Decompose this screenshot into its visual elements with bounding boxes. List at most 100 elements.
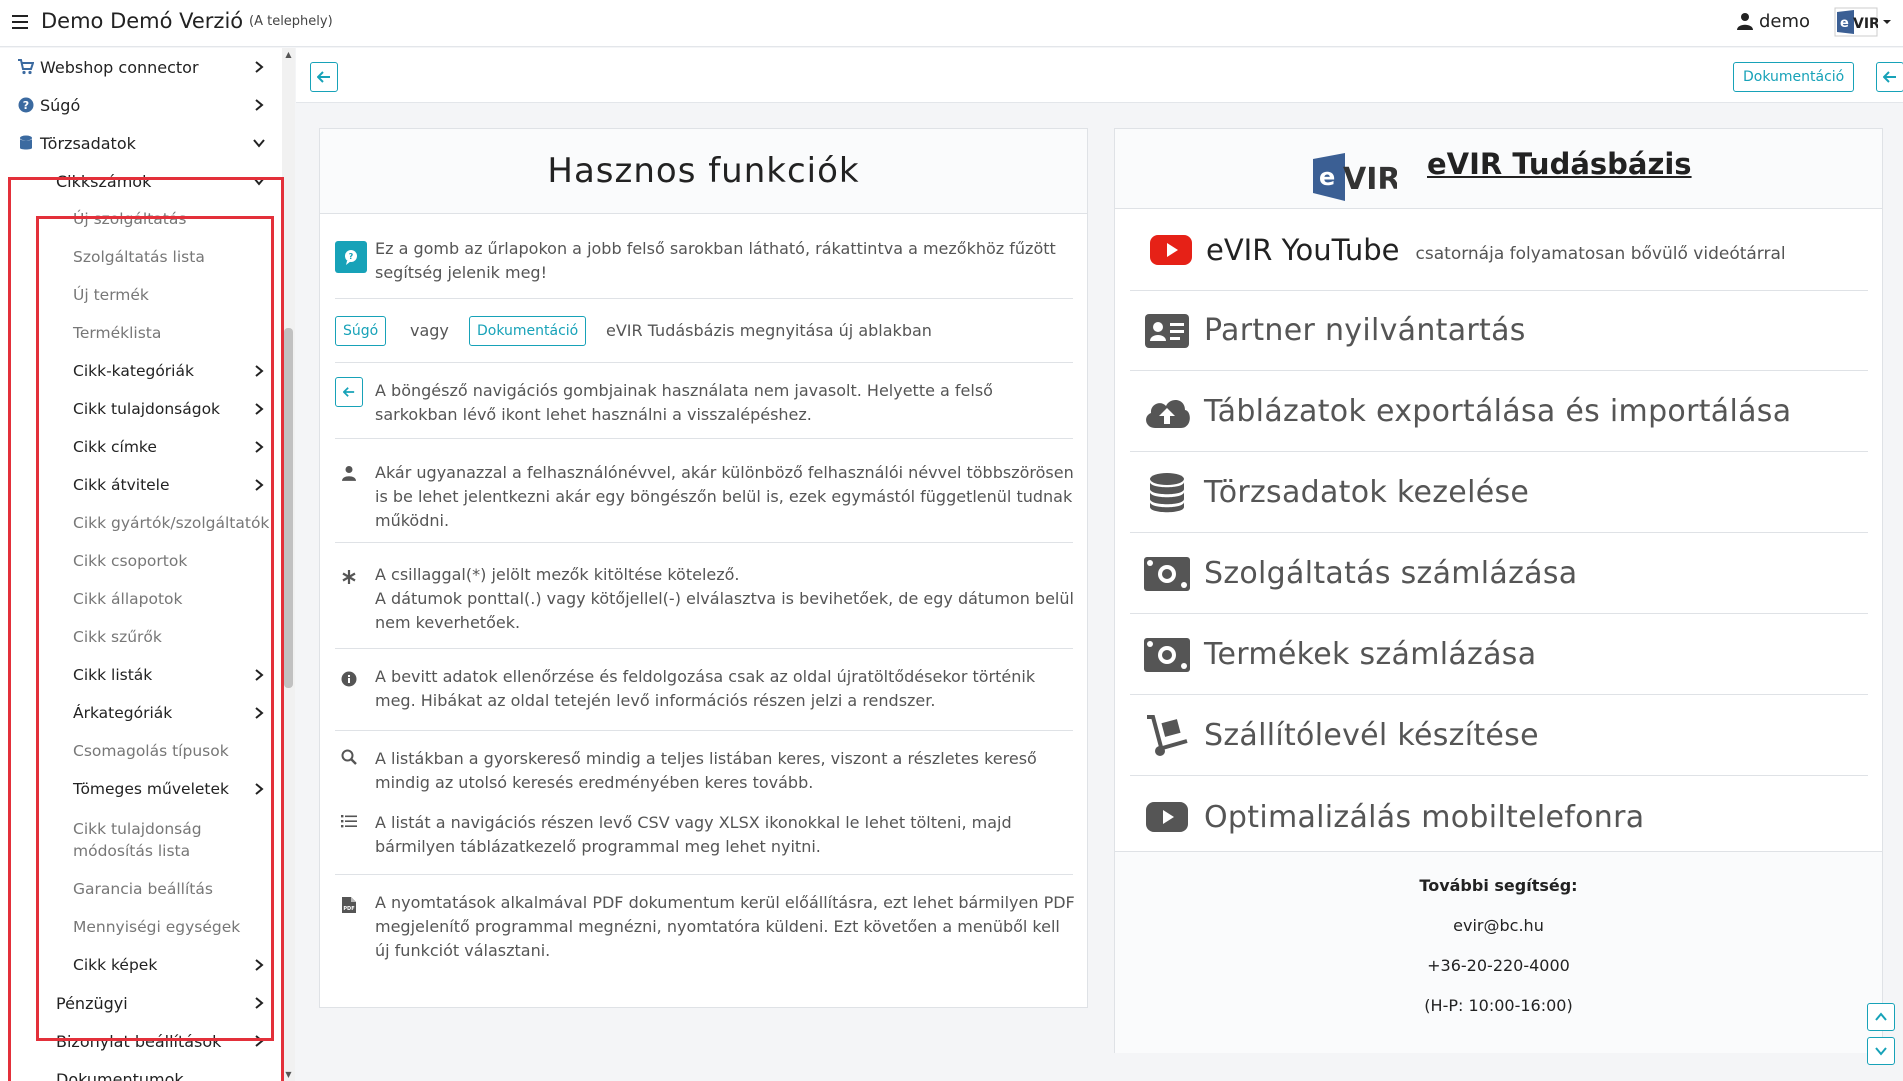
sidebar-subitem[interactable]: Új szolgáltatás <box>73 204 270 234</box>
user-icon <box>339 463 359 483</box>
sidebar-subitem[interactable]: Csomagolás típusok <box>73 736 270 766</box>
sidebar-subitem[interactable]: Cikk képek <box>73 950 270 980</box>
chevron-down-icon <box>253 177 265 186</box>
info-row: A bevitt adatok ellenőrzése és feldolgoz… <box>335 649 1073 731</box>
logo-dropdown[interactable]: e VIR <box>1834 4 1898 40</box>
database-icon <box>1142 471 1192 515</box>
sidebar-subitem[interactable]: Cikk csoportok <box>73 546 270 576</box>
sidebar-item-label: módosítás lista <box>73 842 191 860</box>
sidebar-subitem[interactable]: Új termék <box>73 280 270 310</box>
question-circle-icon: ? <box>18 97 34 113</box>
chevron-right-icon <box>255 959 264 971</box>
sidebar-item-label: Cikk-kategóriák <box>73 362 194 380</box>
scroll-bottom-button[interactable] <box>1867 1037 1895 1065</box>
user-text: Akár ugyanazzal a felhasználónévvel, aká… <box>375 463 1074 530</box>
sidebar-scroll-thumb[interactable] <box>284 328 293 688</box>
kb-youtube-link[interactable]: eVIR YouTube csatornája folyamatosan bőv… <box>1130 209 1868 291</box>
sidebar-subitem[interactable]: Cikk szűrők <box>73 622 270 652</box>
sidebar-item-torzsadatok[interactable]: Törzsadatok <box>18 128 270 158</box>
back-button-right[interactable] <box>1876 62 1903 92</box>
knowledge-base-title-link[interactable]: eVIR Tudásbázis <box>1427 147 1692 181</box>
sidebar-item-label: Szolgáltatás lista <box>73 248 205 266</box>
svg-text:e: e <box>1319 163 1335 191</box>
docs-row: Súgó vagy Dokumentáció eVIR Tudásbázis m… <box>335 299 1073 363</box>
youtube-icon <box>1142 795 1192 839</box>
sidebar-item-sugo[interactable]: ? Súgó <box>18 90 270 120</box>
sidebar-group-cikkszamok[interactable]: Cikkszámok <box>56 166 270 196</box>
chevron-up-icon <box>1875 1012 1887 1021</box>
scroll-top-button[interactable] <box>1867 1003 1895 1031</box>
evir-logo-icon: e VIR <box>1313 153 1397 201</box>
sidebar-item-dokumentumok[interactable]: Dokumentumok <box>56 1064 270 1081</box>
asterisk-icon <box>339 567 359 587</box>
kb-item-export-import[interactable]: Táblázatok exportálása és importálása <box>1130 372 1868 452</box>
sidebar-subitem[interactable]: Árkategóriák <box>73 698 270 728</box>
kb-item-termekek-szamlazas[interactable]: Termékek számlázása <box>1130 615 1868 695</box>
sidebar-subitem[interactable]: Cikk tulajdonságok <box>73 394 270 424</box>
chevron-right-icon <box>255 403 264 415</box>
caret-down-icon <box>1883 20 1891 24</box>
content-toolbar: Dokumentáció <box>296 48 1903 103</box>
sidebar-subitem[interactable]: Cikk listák <box>73 660 270 690</box>
sidebar-item-label: Cikk gyártók/szolgáltatók <box>73 514 270 532</box>
info-text: A bevitt adatok ellenőrzése és feldolgoz… <box>375 667 1036 710</box>
kb-item-label: Táblázatok exportálása és importálása <box>1204 394 1792 429</box>
sidebar-subitem[interactable]: Cikk átvitele <box>73 470 270 500</box>
sidebar-item-label: Terméklista <box>73 324 162 342</box>
sugo-button[interactable]: Súgó <box>335 316 387 346</box>
sidebar-item-label: Cikk tulajdonság <box>73 820 202 838</box>
kb-item-label: Szállítólevél készítése <box>1204 718 1539 753</box>
svg-text:PDF: PDF <box>343 906 354 912</box>
documentation-button[interactable]: Dokumentáció <box>1733 62 1855 92</box>
sidebar-subitem[interactable]: Mennyiségi egységek <box>73 912 270 942</box>
kb-item-torzsadatok[interactable]: Törzsadatok kezelése <box>1130 453 1868 533</box>
sidebar-subitem[interactable]: Cikk állapotok <box>73 584 270 614</box>
sidebar-subitem[interactable]: Cikk tulajdonság módosítás lista <box>73 816 270 864</box>
back-button[interactable] <box>310 62 338 92</box>
svg-text:?: ? <box>23 99 29 112</box>
sidebar-item-penzugyi[interactable]: Pénzügyi <box>56 988 270 1018</box>
svg-text:?: ? <box>349 252 354 261</box>
help-row: ? Ez a gomb az űrlapokon a jobb felső sa… <box>335 229 1073 299</box>
kb-item-szallitolevel[interactable]: Szállítólevél készítése <box>1130 696 1868 776</box>
kb-item-partner[interactable]: Partner nyilvántartás <box>1130 291 1868 371</box>
sidebar-item-label: Cikk állapotok <box>73 590 183 608</box>
sidebar-subitem[interactable]: Terméklista <box>73 318 270 348</box>
sidebar-item-label: Cikk csoportok <box>73 552 188 570</box>
help-email[interactable]: evir@bc.hu <box>1115 916 1882 935</box>
sidebar-subitem[interactable]: Cikk gyártók/szolgáltatók <box>73 508 270 538</box>
sidebar-item-label: Csomagolás típusok <box>73 742 229 760</box>
arrow-left-icon <box>317 71 330 83</box>
user-menu[interactable]: demo <box>1737 8 1810 34</box>
further-help-section: További segítség: evir@bc.hu +36-20-220-… <box>1115 851 1882 1053</box>
search-icon <box>339 747 359 767</box>
kb-item-mobil[interactable]: Optimalizálás mobiltelefonra <box>1130 777 1868 857</box>
kb-open-text: eVIR Tudásbázis megnyitása új ablakban <box>606 321 932 340</box>
sidebar-item-webshop-connector[interactable]: Webshop connector <box>18 52 270 82</box>
top-navbar: Demo Demó Verzió (A telephely) demo e VI… <box>0 0 1903 47</box>
youtube-icon <box>1146 228 1196 272</box>
sidebar-subitem[interactable]: Garancia beállítás <box>73 874 270 904</box>
sidebar-subitem[interactable]: Cikk címke <box>73 432 270 462</box>
hamburger-menu-icon[interactable] <box>12 15 28 29</box>
documentation-inline-button[interactable]: Dokumentáció <box>469 316 587 346</box>
money-bill-icon <box>1142 633 1192 677</box>
required-fields-text: A csillaggal(*) jelölt mezők kitöltése k… <box>375 565 740 584</box>
card-title: Hasznos funkciók <box>320 129 1087 214</box>
chevron-down-icon <box>1875 1047 1887 1056</box>
sidebar-item-bizonylat-beallitasok[interactable]: Bizonylat beállítások <box>56 1026 270 1056</box>
scroll-down-arrow-icon[interactable]: ▼ <box>284 1070 293 1079</box>
arrow-left-icon <box>1883 71 1896 83</box>
chevron-right-icon <box>255 365 264 377</box>
sidebar-item-label: Cikk átvitele <box>73 476 170 494</box>
sidebar-subitem[interactable]: Tömeges műveletek <box>73 774 270 804</box>
useful-functions-card: Hasznos funkciók ? Ez a gomb az űrlapoko… <box>319 128 1088 1008</box>
sidebar-subitem[interactable]: Cikk-kategóriák <box>73 356 270 386</box>
help-hours: (H-P: 10:00-16:00) <box>1424 996 1573 1015</box>
sidebar-item-label: Bizonylat beállítások <box>56 1031 222 1051</box>
sidebar-subitem[interactable]: Szolgáltatás lista <box>73 242 270 272</box>
kb-item-szolgaltatas-szamlazas[interactable]: Szolgáltatás számlázása <box>1130 534 1868 614</box>
svg-text:e: e <box>1840 16 1849 31</box>
scroll-up-arrow-icon[interactable]: ▲ <box>284 50 293 59</box>
sidebar-item-label: Cikk képek <box>73 956 158 974</box>
